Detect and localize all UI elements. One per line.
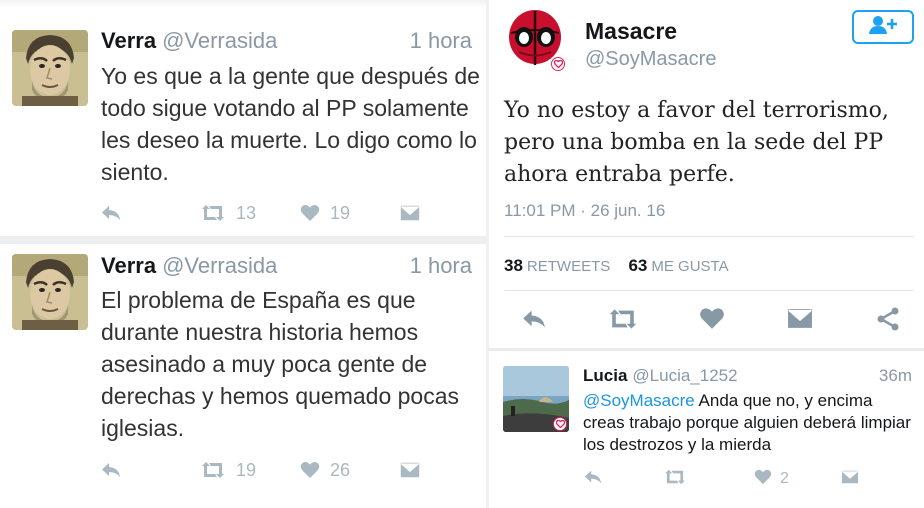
user-handle[interactable]: @Lucia_1252 — [632, 366, 737, 385]
message-button[interactable] — [400, 200, 420, 226]
avatar[interactable] — [12, 254, 88, 330]
like-count: 26 — [330, 459, 351, 480]
retweet-count: 19 — [236, 459, 257, 480]
heart-icon — [300, 204, 320, 222]
message-button[interactable] — [785, 306, 815, 336]
heart-icon — [699, 307, 725, 335]
retweets-stat[interactable]: 38 RETWEETS — [504, 256, 611, 275]
tweet-stats: 38 RETWEETS 63 ME GUSTA — [504, 256, 729, 276]
tweet-text: El problema de España es que durante nue… — [101, 287, 459, 441]
tweet-time[interactable]: 1 hora — [410, 28, 472, 54]
left-column: Verra @Verrasida 1 hora Yo es que a la ge… — [0, 0, 486, 508]
retweet-button[interactable] — [663, 468, 687, 490]
follow-button[interactable] — [852, 10, 914, 44]
retweet-count: 13 — [236, 202, 257, 223]
likes-stat[interactable]: 63 ME GUSTA — [628, 256, 729, 275]
heart-badge-icon — [553, 417, 567, 431]
tweet-card[interactable]: Verra @Verrasida 1 hora El problema de Es… — [0, 244, 486, 508]
heart-badge-icon — [551, 57, 565, 71]
tweet-timestamp[interactable]: 11:01 PM · 26 jun. 16 — [504, 201, 665, 221]
tweet-text: Yo es que a la gente que después de todo… — [101, 63, 480, 185]
reply-button[interactable] — [100, 200, 122, 226]
retweet-button[interactable] — [607, 306, 639, 336]
reply-icon — [100, 460, 122, 480]
right-column: Masacre @SoyMasacre Yo no estoy a favor … — [489, 0, 924, 508]
divider — [0, 236, 486, 244]
like-button[interactable]: 19 — [300, 200, 350, 226]
tweet-header: Verra @Verrasida 1 hora — [101, 253, 472, 281]
tweet-actions: 13 19 — [100, 200, 440, 226]
reply-button[interactable] — [583, 468, 603, 490]
retweet-button[interactable]: 19 — [200, 457, 256, 483]
tweet-card[interactable]: Verra @Verrasida 1 hora Yo es que a la ge… — [0, 0, 486, 236]
message-button[interactable] — [400, 457, 420, 483]
message-icon — [400, 205, 420, 221]
heart-icon — [300, 461, 320, 479]
reply-button[interactable] — [520, 306, 548, 336]
like-button[interactable]: 26 — [300, 457, 350, 483]
tweet-time[interactable]: 1 hora — [410, 253, 472, 279]
reply-icon — [100, 203, 122, 223]
user-handle[interactable]: @Verrasida — [162, 253, 277, 278]
tweet-actions — [504, 306, 914, 336]
heart-icon — [754, 469, 772, 490]
reply-text: @SoyMasacre Anda que no, y encima creas … — [583, 390, 918, 456]
like-button[interactable]: 2 — [754, 468, 789, 490]
user-handle[interactable]: @Verrasida — [162, 28, 277, 53]
divider — [489, 348, 924, 351]
avatar[interactable] — [12, 30, 88, 106]
tweet-text: Yo no estoy a favor del terrorismo, pero… — [504, 98, 889, 187]
share-icon — [876, 307, 900, 336]
user-name[interactable]: Masacre — [585, 18, 677, 45]
divider — [504, 290, 914, 291]
message-button[interactable] — [840, 468, 860, 490]
reply-button[interactable] — [100, 457, 122, 483]
like-button[interactable] — [699, 306, 725, 336]
avatar[interactable] — [506, 7, 568, 71]
retweet-count: 38 — [504, 256, 523, 275]
tweet-actions: 19 26 — [100, 457, 440, 483]
like-count: 19 — [330, 202, 351, 223]
retweet-icon — [607, 307, 639, 336]
share-button[interactable] — [876, 306, 900, 336]
tweet-header: Verra @Verrasida 1 hora — [101, 28, 472, 56]
tweet-actions: 2 — [583, 468, 903, 490]
retweet-icon — [200, 203, 226, 223]
tweet-time[interactable]: 36m — [879, 366, 912, 386]
retweet-label: RETWEETS — [526, 258, 611, 275]
user-name[interactable]: Verra — [101, 253, 156, 278]
retweet-icon — [663, 468, 687, 491]
reply-icon — [520, 307, 548, 336]
like-count: 2 — [780, 470, 789, 487]
message-icon — [785, 307, 815, 334]
user-handle[interactable]: @SoyMasacre — [585, 48, 716, 71]
like-count: 63 — [628, 256, 648, 275]
message-icon — [840, 468, 860, 489]
retweet-button[interactable]: 13 — [200, 200, 256, 226]
mention-link[interactable]: @SoyMasacre — [583, 391, 695, 410]
message-icon — [400, 462, 420, 478]
follow-user-icon — [868, 15, 898, 40]
divider — [504, 236, 914, 237]
user-name[interactable]: Verra — [101, 28, 156, 53]
user-name[interactable]: Lucia — [583, 366, 627, 385]
reply-icon — [583, 468, 603, 491]
reply-header: Lucia @Lucia_1252 36m — [583, 366, 912, 386]
like-label: ME GUSTA — [651, 258, 729, 275]
retweet-icon — [200, 460, 226, 480]
